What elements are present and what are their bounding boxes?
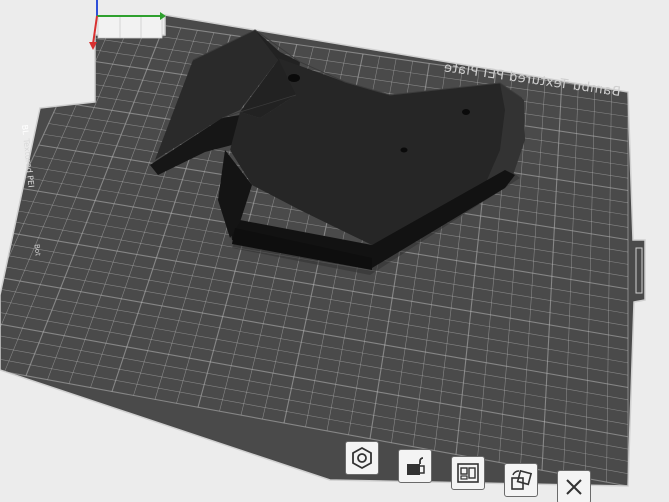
plate-side-extra: Bot [33,244,42,257]
build-plate-scene[interactable]: BL Textured PEI Bot Bambu Textured PEI P… [0,0,669,502]
arrange-icon [457,463,479,483]
lock-plate-button[interactable] [398,449,432,483]
rotate-icon [511,469,533,490]
arrange-button[interactable] [451,456,485,490]
lock-icon [407,457,425,475]
auto-orient-button[interactable] [504,463,538,497]
hex-nut-icon [352,446,372,470]
close-icon [566,479,582,495]
slice-plate-button[interactable] [345,441,379,475]
plate-badge: BL [20,124,30,135]
delete-plate-button[interactable] [557,470,591,502]
origin-area [97,15,163,39]
3d-viewport[interactable]: BL Textured PEI Bot Bambu Textured PEI P… [0,0,669,502]
